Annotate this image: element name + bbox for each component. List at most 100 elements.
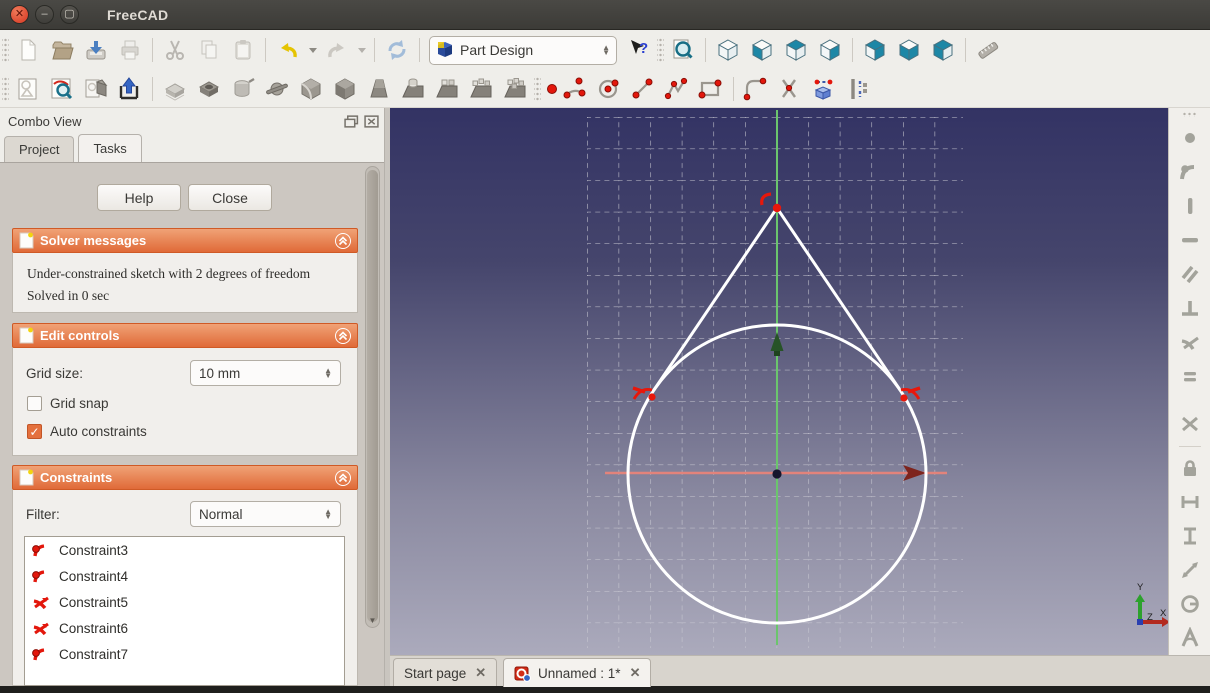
groove-button[interactable] [260, 73, 294, 105]
horizontal-distance-button[interactable] [1177, 488, 1203, 515]
toolbar-grip[interactable] [657, 38, 664, 62]
window-minimize-button[interactable]: – [35, 5, 54, 24]
constraint-list-item[interactable]: Constraint6 [25, 615, 344, 641]
mirrored-button[interactable] [396, 73, 430, 105]
auto-constraints-checkbox[interactable]: ✓ [27, 424, 42, 439]
3d-viewport[interactable]: Y Z X [390, 108, 1170, 655]
help-button[interactable]: Help [97, 184, 181, 211]
fillet-button[interactable] [294, 73, 328, 105]
collapse-icon[interactable] [335, 327, 351, 344]
vertical-constraint-button[interactable] [1177, 192, 1203, 219]
pocket-button[interactable] [192, 73, 226, 105]
redo-dropdown[interactable] [354, 34, 369, 66]
view-sketch-button[interactable] [45, 73, 79, 105]
paste-button[interactable] [226, 34, 260, 66]
multitransform-button[interactable] [498, 73, 532, 105]
circle-tool-button[interactable] [592, 73, 626, 105]
top-view-button[interactable] [779, 34, 813, 66]
toolbar-grip[interactable] [2, 76, 9, 101]
fillet-sketch-button[interactable] [739, 73, 773, 105]
panel-scrollbar[interactable]: ▲ ▼ [365, 166, 380, 628]
tab-unnamed-document[interactable]: Unnamed : 1* ✕ [503, 658, 652, 687]
constraints-header[interactable]: Constraints [12, 465, 358, 490]
save-button[interactable] [79, 34, 113, 66]
linear-pattern-button[interactable] [430, 73, 464, 105]
vertical-distance-button[interactable] [1177, 522, 1203, 549]
open-document-button[interactable] [45, 34, 79, 66]
measure-button[interactable] [971, 34, 1005, 66]
grid-snap-checkbox[interactable] [27, 396, 42, 411]
constraint-list-item[interactable]: Constraint3 [25, 537, 344, 563]
print-button[interactable] [113, 34, 147, 66]
undo-button[interactable] [271, 34, 305, 66]
edit-controls-header[interactable]: Edit controls [12, 323, 358, 348]
solver-messages-header[interactable]: Solver messages [12, 228, 358, 253]
symmetric-constraint-button[interactable] [1177, 410, 1203, 437]
arc-tool-button[interactable] [558, 73, 592, 105]
tab-tasks[interactable]: Tasks [78, 134, 142, 162]
copy-button[interactable] [192, 34, 226, 66]
angle-button[interactable] [1177, 624, 1203, 651]
draft-button[interactable] [362, 73, 396, 105]
toolbar-grip[interactable] [2, 38, 9, 62]
perpendicular-constraint-button[interactable] [1177, 294, 1203, 321]
revolution-button[interactable] [226, 73, 260, 105]
cut-button[interactable] [158, 34, 192, 66]
left-view-button[interactable] [926, 34, 960, 66]
construction-mode-button[interactable] [841, 73, 875, 105]
point-on-object-constraint-button[interactable] [1177, 158, 1203, 185]
radius-button[interactable] [1177, 590, 1203, 617]
constraint-filter-combo[interactable]: Normal ▲ ▼ [190, 501, 341, 527]
external-geometry-button[interactable] [807, 73, 841, 105]
distance-button[interactable] [1177, 556, 1203, 583]
tab-close-icon[interactable]: ✕ [630, 665, 641, 681]
new-sketch-button[interactable] [11, 73, 45, 105]
scrollbar-thumb[interactable] [367, 170, 378, 622]
line-tool-button[interactable] [626, 73, 660, 105]
horizontal-constraint-button[interactable] [1177, 226, 1203, 253]
trim-button[interactable] [773, 73, 807, 105]
sketch-canvas[interactable]: Y Z X [390, 108, 1170, 655]
whats-this-button[interactable]: ? [621, 34, 655, 66]
refresh-button[interactable] [380, 34, 414, 66]
rear-view-button[interactable] [858, 34, 892, 66]
right-view-button[interactable] [813, 34, 847, 66]
constraint-filter-arrows[interactable]: ▲ ▼ [324, 508, 332, 521]
constraint-list-item[interactable]: Constraint5 [25, 589, 344, 615]
tab-close-icon[interactable]: ✕ [475, 665, 486, 681]
axonometric-view-button[interactable] [711, 34, 745, 66]
toolbar-grip[interactable] [1181, 112, 1198, 117]
constraint-list-item[interactable]: Constraint4 [25, 563, 344, 589]
panel-close-icon[interactable] [364, 114, 379, 128]
front-view-button[interactable] [745, 34, 779, 66]
window-maximize-button[interactable]: ▢ [60, 5, 79, 24]
pad-button[interactable] [158, 73, 192, 105]
toolbar-grip[interactable] [534, 76, 541, 101]
point-tool-button[interactable] [543, 73, 558, 105]
constraint-list-item[interactable]: Constraint7 [25, 641, 344, 667]
panel-float-icon[interactable] [344, 114, 359, 128]
close-task-button[interactable]: Close [188, 184, 272, 211]
fit-all-button[interactable] [666, 34, 700, 66]
origin-point[interactable] [772, 469, 782, 479]
tangent-constraint-button[interactable] [1177, 328, 1203, 355]
coincident-constraint-button[interactable] [1177, 124, 1203, 151]
collapse-icon[interactable] [335, 469, 351, 486]
undo-dropdown[interactable] [305, 34, 320, 66]
polar-pattern-button[interactable] [464, 73, 498, 105]
grid-size-spin-arrows[interactable]: ▲ ▼ [324, 367, 332, 380]
bottom-view-button[interactable] [892, 34, 926, 66]
lock-constraint-button[interactable] [1177, 454, 1203, 481]
polyline-tool-button[interactable] [660, 73, 694, 105]
rectangle-tool-button[interactable] [694, 73, 728, 105]
leave-sketch-button[interactable] [113, 73, 147, 105]
redo-button[interactable] [320, 34, 354, 66]
chamfer-button[interactable] [328, 73, 362, 105]
collapse-icon[interactable] [335, 232, 351, 249]
window-close-button[interactable]: ✕ [10, 5, 29, 24]
workbench-selector[interactable]: Part Design ▲ ▼ [429, 35, 617, 65]
grid-size-spinbox[interactable]: 10 mm ▲ ▼ [190, 360, 341, 386]
map-sketch-button[interactable] [79, 73, 113, 105]
scroll-down-arrow[interactable]: ▼ [366, 616, 379, 625]
tab-start-page[interactable]: Start page ✕ [393, 658, 498, 687]
